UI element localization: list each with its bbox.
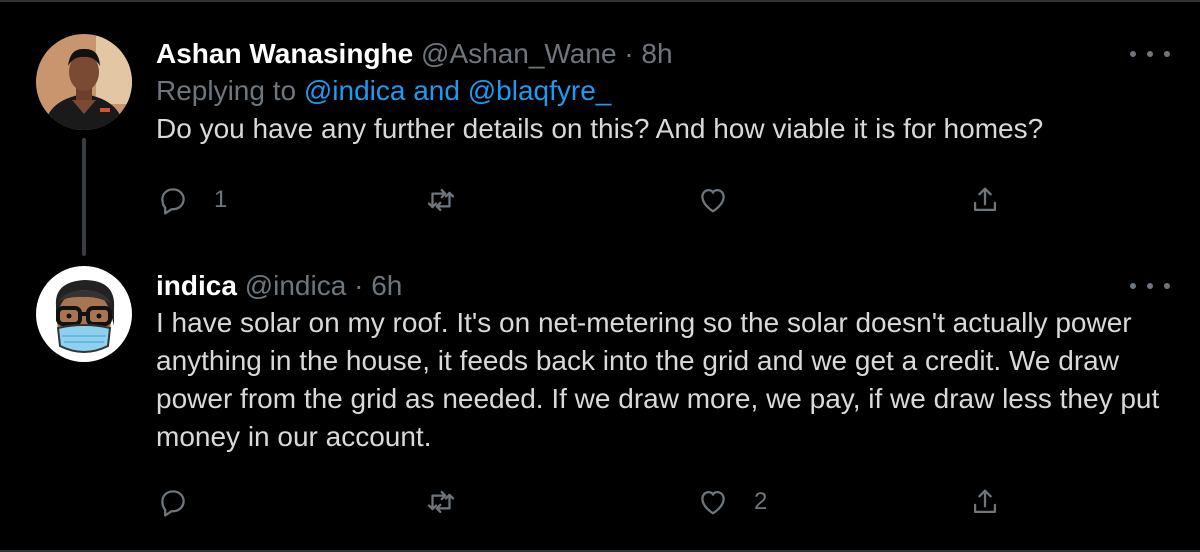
share-icon [973,187,997,212]
replying-to: Replying to @indica and @blaqfyre_ [156,72,1160,110]
cartoon-mask-avatar-icon [36,266,132,362]
reply-icon [161,188,185,215]
more-dot [1147,283,1153,289]
user-photo-avatar-icon [36,34,132,130]
author-name[interactable]: indica [156,270,237,301]
more-icon[interactable] [1130,276,1170,296]
replying-mentions[interactable]: @indica and @blaqfyre_ [304,75,611,106]
retweet-button[interactable] [424,178,482,222]
tweet-content: indica @indica · 6h I have solar on my r… [156,268,1160,456]
more-dot [1164,283,1170,289]
reply-count: 1 [214,186,228,213]
like-button[interactable]: 2 [696,480,767,524]
tweet-actions: 1 [156,178,1016,222]
heart-icon [701,490,725,515]
tweet-ashan[interactable]: Ashan Wanasinghe @Ashan_Wane · 8h Replyi… [0,0,1200,258]
reply-icon [161,490,185,517]
tweet-header: Ashan Wanasinghe @Ashan_Wane · 8h [156,36,1160,72]
share-button[interactable] [968,178,1002,222]
share-icon [973,489,997,514]
thread-connector-line [82,138,86,256]
separator-dot: · [354,270,364,301]
reply-button[interactable]: 1 [156,178,227,222]
tweet-time[interactable]: 6h [371,270,402,301]
tweet-indica[interactable]: indica @indica · 6h I have solar on my r… [0,258,1200,552]
more-dot [1130,283,1136,289]
tweet-text: I have solar on my roof. It's on net-met… [156,307,1160,452]
more-dot [1147,51,1153,57]
tweet-content: Ashan Wanasinghe @Ashan_Wane · 8h Replyi… [156,36,1160,148]
retweet-button[interactable] [424,480,482,524]
tweet-time[interactable]: 8h [641,38,672,69]
author-handle[interactable]: @indica [245,270,347,301]
heart-icon [701,188,725,213]
more-dot [1164,51,1170,57]
share-button[interactable] [968,480,1002,524]
avatar-indica[interactable] [36,266,132,362]
author-handle[interactable]: @Ashan_Wane [421,38,617,69]
like-count: 2 [754,488,768,515]
tweet-header: indica @indica · 6h [156,268,1160,304]
like-button[interactable] [696,178,754,222]
reply-button[interactable] [156,480,214,524]
tweet-text: Do you have any further details on this?… [156,113,1044,144]
separator-dot: · [624,38,634,69]
author-name[interactable]: Ashan Wanasinghe [156,38,413,69]
avatar-ashan[interactable] [36,34,132,130]
retweet-icon [427,490,455,514]
more-dot [1130,51,1136,57]
more-icon[interactable] [1130,44,1170,64]
replying-prefix: Replying to [156,75,304,106]
tweet-actions: 2 [156,480,1016,524]
retweet-icon [427,188,455,212]
